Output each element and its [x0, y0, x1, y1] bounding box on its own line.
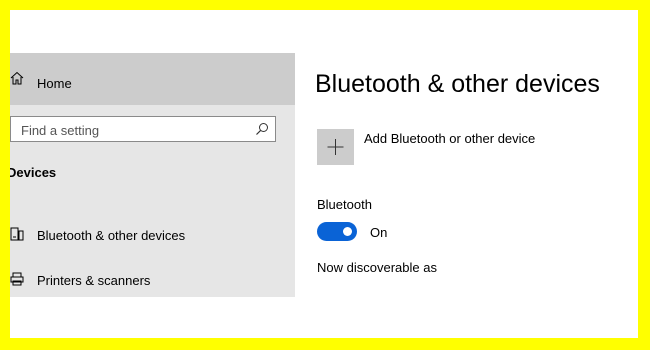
page-title: Bluetooth & other devices: [315, 70, 600, 98]
toggle-state-label: On: [370, 225, 388, 240]
sidebar-item-bluetooth[interactable]: Bluetooth & other devices: [10, 219, 295, 249]
discoverable-status: Now discoverable as: [317, 260, 437, 275]
main-content: Bluetooth & other devices Add Bluetooth …: [315, 10, 635, 338]
printer-icon: [10, 272, 24, 286]
sidebar-item-label: Home: [37, 76, 72, 91]
sidebar: Home Devices Bluetooth & other devices: [10, 53, 295, 297]
home-icon: [10, 71, 24, 85]
sidebar-item-label: Bluetooth & other devices: [37, 228, 186, 243]
bluetooth-devices-icon: [10, 227, 24, 241]
search-icon[interactable]: [255, 122, 269, 136]
add-device-button[interactable]: [317, 129, 354, 165]
toggle-knob: [343, 227, 352, 236]
bluetooth-toggle[interactable]: [317, 222, 357, 241]
add-device-label[interactable]: Add Bluetooth or other device: [364, 131, 535, 146]
search-field[interactable]: [10, 116, 276, 142]
search-input[interactable]: [19, 121, 253, 139]
plus-icon: [327, 139, 344, 155]
settings-window: Home Devices Bluetooth & other devices: [10, 10, 638, 338]
bluetooth-heading: Bluetooth: [317, 197, 372, 212]
sidebar-item-home[interactable]: Home: [10, 53, 295, 105]
sidebar-item-printers[interactable]: Printers & scanners: [10, 264, 295, 294]
sidebar-item-label: Printers & scanners: [37, 273, 151, 288]
section-title: Devices: [10, 165, 57, 180]
